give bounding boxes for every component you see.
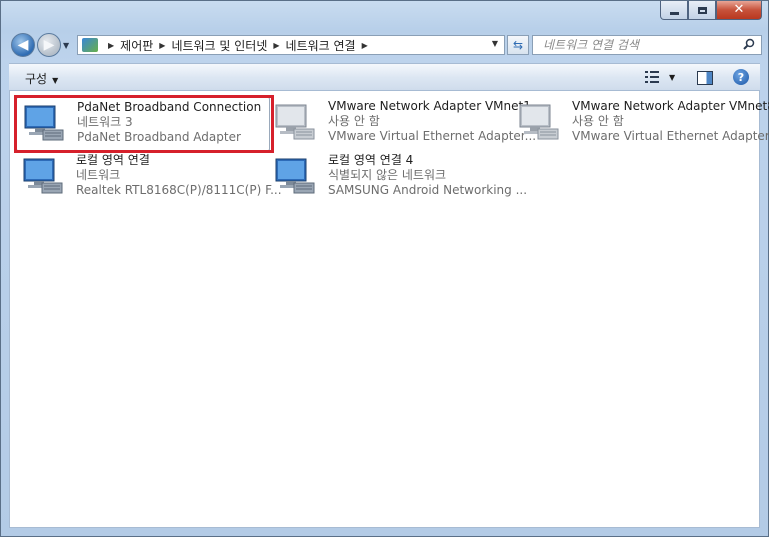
minimize-button[interactable] xyxy=(660,1,688,20)
connection-text: VMware Network Adapter VMnet8 사용 안 함 VMw… xyxy=(572,99,769,144)
refresh-icon: ⇆ xyxy=(512,38,524,52)
breadcrumb-arrow-icon[interactable]: ▶ xyxy=(362,41,368,50)
control-panel-icon xyxy=(82,38,98,52)
connection-item-local-area[interactable]: 로컬 영역 연결 네트워크 Realtek RTL8168C(P)/8111C(… xyxy=(16,151,282,203)
connection-status: 네트워크 xyxy=(76,168,121,182)
change-view-icon[interactable] xyxy=(645,70,659,84)
connection-name: VMware Network Adapter VMnet1 xyxy=(328,99,531,113)
connection-device: SAMSUNG Android Networking ... xyxy=(328,183,528,197)
breadcrumb-arrow-icon[interactable]: ▶ xyxy=(159,41,165,50)
view-options-dropdown-icon[interactable]: ▼ xyxy=(669,73,675,82)
maximize-icon xyxy=(697,6,707,14)
connection-text: PdaNet Broadband Connection 네트워크 3 PdaNe… xyxy=(77,100,261,145)
close-icon: ✕ xyxy=(733,2,745,17)
preview-pane-icon[interactable] xyxy=(697,71,713,85)
explorer-window: ✕ ◀ ▶ ▼ ▶ 제어판 ▶ 네트워크 및 인터넷 ▶ 네트워크 연결 ▶ ▼… xyxy=(0,0,769,537)
network-connection-disabled-icon xyxy=(519,104,559,140)
command-bar: 구성 ▼ ▼ ? xyxy=(9,63,760,91)
close-button[interactable]: ✕ xyxy=(716,1,762,20)
breadcrumb-arrow-icon[interactable]: ▶ xyxy=(108,41,114,50)
network-connection-icon xyxy=(24,105,64,141)
connection-device: VMware Virtual Ethernet Adapter... xyxy=(572,129,769,143)
connection-status: 식별되지 않은 네트워크 xyxy=(328,168,447,182)
forward-button[interactable]: ▶ xyxy=(37,33,61,57)
breadcrumb-control-panel[interactable]: 제어판 xyxy=(120,37,153,54)
maximize-button[interactable] xyxy=(688,1,716,20)
connection-text: 로컬 영역 연결 4 식별되지 않은 네트워크 SAMSUNG Android … xyxy=(328,153,527,198)
connection-name: VMware Network Adapter VMnet8 xyxy=(572,99,769,113)
organize-menu-button[interactable]: 구성 ▼ xyxy=(25,70,58,87)
breadcrumb-network-connections[interactable]: 네트워크 연결 xyxy=(286,37,356,54)
connection-device: Realtek RTL8168C(P)/8111C(P) F... xyxy=(76,183,282,197)
connection-device: PdaNet Broadband Adapter xyxy=(77,130,241,144)
connection-name: 로컬 영역 연결 xyxy=(76,153,150,167)
navigation-bar: ◀ ▶ ▼ ▶ 제어판 ▶ 네트워크 및 인터넷 ▶ 네트워크 연결 ▶ ▼ ⇆ xyxy=(9,33,762,59)
caption-buttons: ✕ xyxy=(660,1,762,20)
minimize-icon xyxy=(669,11,679,15)
help-icon[interactable]: ? xyxy=(733,69,749,85)
back-button[interactable]: ◀ xyxy=(11,33,35,57)
search-input[interactable] xyxy=(541,37,735,53)
breadcrumb-arrow-icon[interactable]: ▶ xyxy=(273,41,279,50)
address-dropdown-icon[interactable]: ▼ xyxy=(492,39,498,48)
connection-item-vmnet1[interactable]: VMware Network Adapter VMnet1 사용 안 함 VMw… xyxy=(268,97,536,149)
connections-list: PdaNet Broadband Connection 네트워크 3 PdaNe… xyxy=(9,91,769,528)
network-connection-icon xyxy=(23,158,63,194)
search-icon[interactable] xyxy=(743,38,755,50)
history-dropdown-icon[interactable]: ▼ xyxy=(63,41,69,50)
connection-text: VMware Network Adapter VMnet1 사용 안 함 VMw… xyxy=(328,99,536,144)
network-connection-icon xyxy=(275,158,315,194)
search-box[interactable] xyxy=(532,35,762,55)
breadcrumb-network-internet[interactable]: 네트워크 및 인터넷 xyxy=(171,37,267,54)
connection-status: 사용 안 함 xyxy=(572,114,624,128)
connection-text: 로컬 영역 연결 네트워크 Realtek RTL8168C(P)/8111C(… xyxy=(76,153,282,198)
network-connection-disabled-icon xyxy=(275,104,315,140)
connection-device: VMware Virtual Ethernet Adapter... xyxy=(328,129,537,143)
address-bar[interactable]: ▶ 제어판 ▶ 네트워크 및 인터넷 ▶ 네트워크 연결 ▶ ▼ xyxy=(77,35,505,55)
connection-status: 네트워크 3 xyxy=(77,115,133,129)
connection-name: PdaNet Broadband Connection xyxy=(77,100,262,114)
connection-item-vmnet8[interactable]: VMware Network Adapter VMnet8 사용 안 함 VMw… xyxy=(512,97,769,149)
chevron-down-icon: ▼ xyxy=(52,76,59,85)
arrow-right-icon: ▶ xyxy=(43,37,55,53)
connection-item-pdanet[interactable]: PdaNet Broadband Connection 네트워크 3 PdaNe… xyxy=(16,97,270,151)
connection-status: 사용 안 함 xyxy=(328,114,380,128)
refresh-button[interactable]: ⇆ xyxy=(507,35,529,55)
connection-name: 로컬 영역 연결 4 xyxy=(328,153,414,167)
arrow-left-icon: ◀ xyxy=(17,37,29,53)
connection-item-local-area-4[interactable]: 로컬 영역 연결 4 식별되지 않은 네트워크 SAMSUNG Android … xyxy=(268,151,527,203)
organize-label: 구성 xyxy=(25,72,48,86)
